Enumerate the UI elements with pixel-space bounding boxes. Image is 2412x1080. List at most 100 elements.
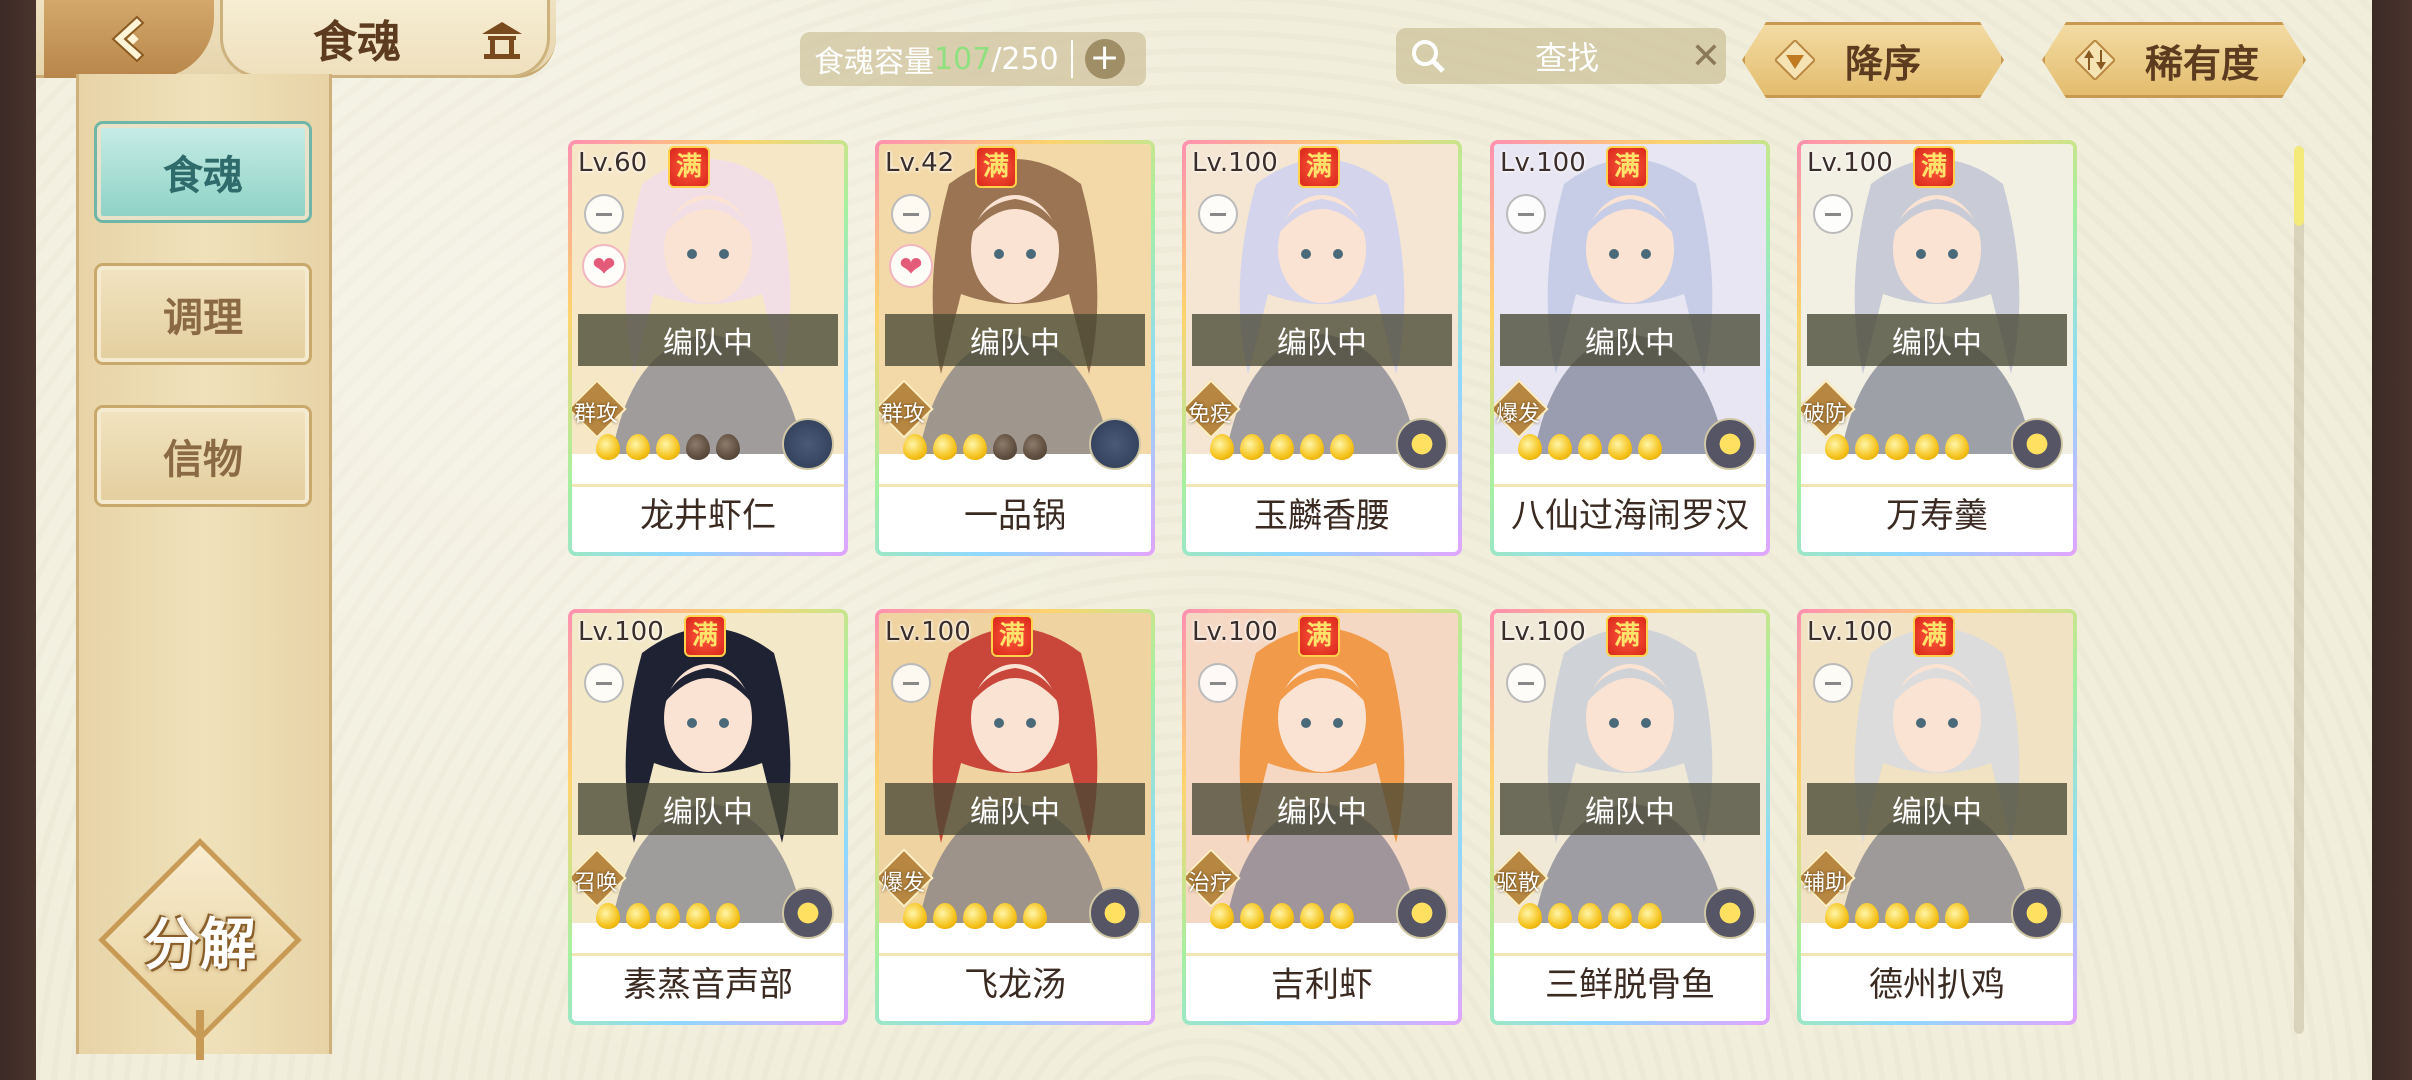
- star-rating: [903, 434, 1047, 462]
- sort-rarity-label: 稀有度: [2145, 40, 2260, 86]
- food-soul-card[interactable]: Lv.100 满 编队中 召唤 素蒸音声部: [568, 609, 848, 1025]
- sidebar-item-food-souls[interactable]: 食魂: [97, 124, 309, 220]
- sort-arrows-icon: [2075, 40, 2115, 80]
- role-badge: 爆发: [879, 848, 934, 908]
- status-badge: 编队中: [885, 314, 1145, 366]
- character-name: 飞龙汤: [879, 953, 1151, 1015]
- divider: [1070, 40, 1073, 78]
- food-soul-card[interactable]: Lv.100 满 编队中 辅助 德州扒鸡: [1797, 609, 2077, 1025]
- sidebar-item-tokens[interactable]: 信物: [97, 408, 309, 504]
- lock-icon[interactable]: [1506, 663, 1546, 703]
- level-label: Lv.100: [1192, 617, 1278, 647]
- back-button[interactable]: [44, 0, 214, 78]
- star-icon: [596, 434, 620, 460]
- star-icon: [1548, 903, 1572, 929]
- food-soul-card[interactable]: Lv.60 满 ❤ 编队中 群攻 龙井虾仁: [568, 140, 848, 556]
- triangle-down-icon: [1775, 40, 1815, 80]
- character-name: 三鲜脱骨鱼: [1494, 953, 1766, 1015]
- lock-icon[interactable]: [891, 194, 931, 234]
- status-badge: 编队中: [1807, 783, 2067, 835]
- lock-icon[interactable]: [584, 663, 624, 703]
- heart-icon[interactable]: ❤: [889, 244, 933, 288]
- pavilion-icon[interactable]: [478, 18, 526, 62]
- star-icon: [656, 434, 680, 460]
- clear-search-icon[interactable]: ✕: [1686, 36, 1726, 77]
- status-badge: 编队中: [1807, 314, 2067, 366]
- star-icon: [993, 903, 1017, 929]
- food-soul-card[interactable]: Lv.100 满 编队中 治疗 吉利虾: [1182, 609, 1462, 1025]
- max-badge: 满: [1606, 146, 1648, 188]
- heart-icon[interactable]: ❤: [582, 244, 626, 288]
- star-icon: [1578, 903, 1602, 929]
- level-label: Lv.100: [578, 617, 664, 647]
- food-soul-card[interactable]: Lv.100 满 编队中 爆发 八仙过海闹罗汉: [1490, 140, 1770, 556]
- star-icon: [903, 903, 927, 929]
- star-icon: [993, 434, 1017, 460]
- lock-icon[interactable]: [1813, 663, 1853, 703]
- sidebar-item-label: 调理: [163, 294, 243, 341]
- role-badge: 免疫: [1186, 379, 1241, 439]
- character-name: 德州扒鸡: [1801, 953, 2073, 1015]
- lock-icon[interactable]: [891, 663, 931, 703]
- search-icon: [1412, 40, 1445, 73]
- level-label: Lv.100: [1807, 148, 1893, 178]
- card-body: Lv.100 满 编队中 驱散 三鲜脱骨鱼: [1494, 613, 1766, 1021]
- level-label: Lv.100: [1807, 617, 1893, 647]
- add-capacity-button[interactable]: +: [1084, 39, 1125, 79]
- sort-order-button[interactable]: 降序: [1742, 22, 2004, 98]
- star-icon: [1638, 434, 1662, 460]
- lock-icon[interactable]: [1198, 663, 1238, 703]
- food-soul-card[interactable]: Lv.100 满 编队中 免疫 玉麟香腰: [1182, 140, 1462, 556]
- flower-emblem-icon: [1089, 418, 1141, 470]
- star-icon: [1518, 434, 1542, 460]
- sidebar-item-cooking[interactable]: 调理: [97, 266, 309, 362]
- role-label: 破防: [1803, 402, 1848, 427]
- star-rating: [1825, 903, 1969, 931]
- star-icon: [716, 903, 740, 929]
- status-badge: 编队中: [578, 314, 838, 366]
- role-label: 群攻: [881, 402, 926, 427]
- food-soul-card[interactable]: Lv.100 满 编队中 爆发 飞龙汤: [875, 609, 1155, 1025]
- lock-icon[interactable]: [1506, 194, 1546, 234]
- role-label: 免疫: [1188, 402, 1233, 427]
- star-icon: [1023, 903, 1047, 929]
- sidebar-item-label: 信物: [163, 436, 243, 483]
- sort-rarity-button[interactable]: 稀有度: [2042, 22, 2306, 98]
- star-icon: [1270, 434, 1294, 460]
- scrollbar[interactable]: [2294, 146, 2304, 1034]
- star-rating: [1825, 434, 1969, 462]
- star-icon: [716, 434, 740, 460]
- star-icon: [1885, 903, 1909, 929]
- star-icon: [933, 434, 957, 460]
- star-icon: [1210, 903, 1234, 929]
- card-body: Lv.100 满 编队中 爆发 八仙过海闹罗汉: [1494, 144, 1766, 552]
- star-icon: [1608, 903, 1632, 929]
- star-icon: [1023, 434, 1047, 460]
- star-icon: [1578, 434, 1602, 460]
- lock-icon[interactable]: [1813, 194, 1853, 234]
- decompose-label[interactable]: 分解: [108, 900, 292, 981]
- star-icon: [1300, 434, 1324, 460]
- search-input[interactable]: 查找 ✕: [1396, 28, 1726, 84]
- card-body: Lv.42 满 ❤ 编队中 群攻 一品锅: [879, 144, 1151, 552]
- flower-emblem-icon: [782, 418, 834, 470]
- max-badge: 满: [991, 615, 1033, 657]
- level-label: Lv.100: [885, 617, 971, 647]
- status-badge: 编队中: [1192, 314, 1452, 366]
- character-name: 玉麟香腰: [1186, 484, 1458, 546]
- star-icon: [626, 434, 650, 460]
- role-badge: 群攻: [572, 379, 627, 439]
- max-badge: 满: [668, 146, 710, 188]
- lock-icon[interactable]: [584, 194, 624, 234]
- star-icon: [1855, 434, 1879, 460]
- star-icon: [1945, 434, 1969, 460]
- star-rating: [1518, 434, 1662, 462]
- food-soul-card[interactable]: Lv.100 满 编队中 驱散 三鲜脱骨鱼: [1490, 609, 1770, 1025]
- star-rating: [596, 903, 740, 931]
- food-soul-card[interactable]: Lv.100 满 编队中 破防 万寿羹: [1797, 140, 2077, 556]
- food-soul-card[interactable]: Lv.42 满 ❤ 编队中 群攻 一品锅: [875, 140, 1155, 556]
- lock-icon[interactable]: [1198, 194, 1238, 234]
- card-body: Lv.100 满 编队中 辅助 德州扒鸡: [1801, 613, 2073, 1021]
- role-badge: 破防: [1801, 379, 1856, 439]
- scrollbar-thumb[interactable]: [2294, 146, 2304, 226]
